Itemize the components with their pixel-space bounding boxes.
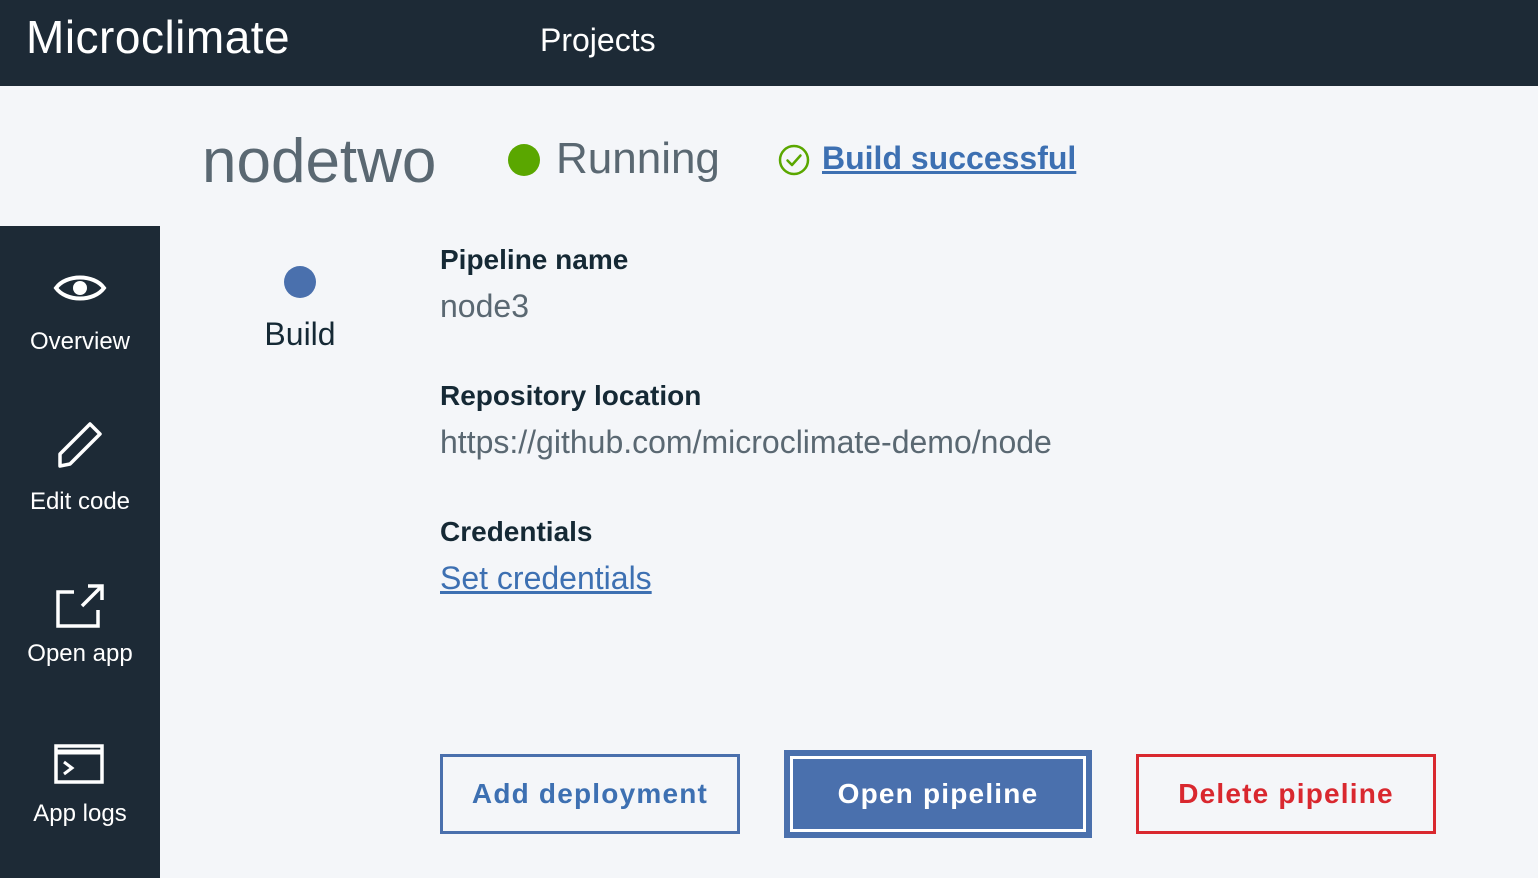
sidebar-item-open-app[interactable]: Open app: [0, 566, 160, 716]
add-deployment-button[interactable]: Add deployment: [440, 754, 740, 834]
sidebar-item-label: App logs: [33, 800, 127, 827]
eye-icon: [53, 275, 107, 301]
sidebar-item-label: Open app: [27, 640, 133, 667]
build-stage-dot: [284, 266, 316, 298]
build-stage-label: Build: [264, 316, 336, 352]
repository-location-value: https://github.com/microclimate-demo/nod…: [440, 424, 1052, 460]
delete-pipeline-button[interactable]: Delete pipeline: [1136, 754, 1436, 834]
credentials-label: Credentials: [440, 516, 593, 547]
sidebar: Overview Edit code Open app App logs: [0, 226, 160, 878]
checkmark-circle-icon: [778, 144, 810, 176]
open-pipeline-button[interactable]: Open pipeline: [784, 750, 1092, 838]
nav-projects-link[interactable]: Projects: [540, 22, 656, 59]
sidebar-item-label: Edit code: [29, 488, 131, 515]
running-status-dot: [508, 144, 540, 176]
sidebar-item-app-logs[interactable]: App logs: [0, 726, 160, 876]
launch-icon: [56, 584, 104, 628]
project-status: Running: [556, 134, 720, 183]
project-name: nodetwo: [202, 127, 437, 196]
terminal-icon: [54, 744, 104, 784]
top-bar: Microclimate Projects: [0, 0, 1538, 86]
sidebar-item-edit-code[interactable]: Edit code: [0, 406, 160, 556]
build-status-link[interactable]: Build successful: [822, 140, 1076, 177]
project-header: nodetwo Running Build successful: [0, 86, 1538, 226]
pencil-icon: [58, 422, 102, 468]
sidebar-item-label: Overview: [29, 328, 131, 355]
sidebar-item-overview[interactable]: Overview: [0, 246, 160, 396]
pipeline-name-value: node3: [440, 288, 529, 324]
repository-location-label: Repository location: [440, 380, 702, 411]
app-title: Microclimate: [26, 11, 291, 63]
set-credentials-link[interactable]: Set credentials: [440, 560, 652, 597]
pipeline-name-label: Pipeline name: [440, 244, 629, 275]
